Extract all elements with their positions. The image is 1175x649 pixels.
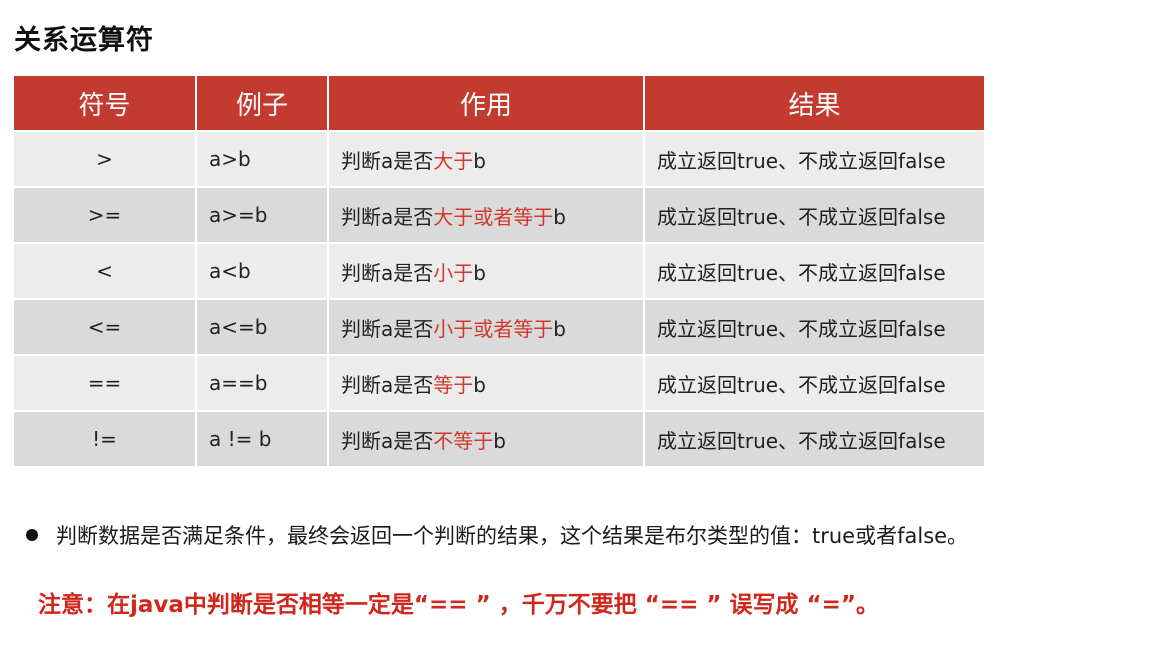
cell-example: a != b <box>196 410 329 466</box>
cell-symbol: < <box>14 242 197 299</box>
action-highlight: 不等于 <box>433 428 494 453</box>
bullet-dot-icon <box>26 529 38 541</box>
cell-action: 判断a是否小于b <box>328 242 645 299</box>
action-prefix: 判断a是否 <box>341 428 434 453</box>
action-prefix: 判断a是否 <box>341 372 434 397</box>
cell-result: 成立返回true、不成立返回false <box>644 298 984 355</box>
note-warning: 注意：在java中判断是否相等一定是“== ” ，千万不要把 “== ” 误写成… <box>38 592 880 618</box>
cell-example: a<b <box>196 242 329 299</box>
action-suffix: b <box>493 428 506 453</box>
cell-symbol: >= <box>14 186 197 243</box>
cell-action: 判断a是否大于或者等于b <box>328 186 645 243</box>
header-action: 作用 <box>328 76 645 131</box>
table-row: <= a<=b 判断a是否小于或者等于b 成立返回true、不成立返回false <box>14 298 984 355</box>
cell-action: 判断a是否等于b <box>328 354 645 411</box>
cell-result: 成立返回true、不成立返回false <box>644 242 984 299</box>
action-suffix: b <box>473 260 486 285</box>
cell-symbol: == <box>14 354 197 411</box>
cell-symbol: <= <box>14 298 197 355</box>
header-example: 例子 <box>196 76 329 131</box>
action-prefix: 判断a是否 <box>341 316 434 341</box>
cell-action: 判断a是否不等于b <box>328 410 645 466</box>
table-row: == a==b 判断a是否等于b 成立返回true、不成立返回false <box>14 354 984 411</box>
cell-symbol: > <box>14 130 197 187</box>
action-highlight: 大于 <box>433 148 474 173</box>
action-suffix: b <box>473 148 486 173</box>
header-symbol: 符号 <box>14 76 197 131</box>
bullet-paragraph: 判断数据是否满足条件，最终会返回一个判断的结果，这个结果是布尔类型的值：true… <box>26 520 968 550</box>
action-suffix: b <box>473 372 486 397</box>
cell-action: 判断a是否小于或者等于b <box>328 298 645 355</box>
bullet-text: 判断数据是否满足条件，最终会返回一个判断的结果，这个结果是布尔类型的值：true… <box>56 524 969 548</box>
table-row: >= a>=b 判断a是否大于或者等于b 成立返回true、不成立返回false <box>14 186 984 243</box>
cell-example: a==b <box>196 354 329 411</box>
action-prefix: 判断a是否 <box>341 260 434 285</box>
page-title: 关系运算符 <box>14 25 154 56</box>
table-row: > a>b 判断a是否大于b 成立返回true、不成立返回false <box>14 130 984 187</box>
operators-table: 符号 例子 作用 结果 > a>b 判断a是否大于b 成立返回true、不成立返… <box>14 76 984 466</box>
table-header-row: 符号 例子 作用 结果 <box>14 76 984 131</box>
action-highlight: 小于或者等于 <box>433 316 554 341</box>
action-highlight: 等于 <box>433 372 474 397</box>
header-result: 结果 <box>644 76 984 131</box>
cell-result: 成立返回true、不成立返回false <box>644 130 984 187</box>
action-suffix: b <box>553 204 566 229</box>
cell-example: a<=b <box>196 298 329 355</box>
cell-example: a>b <box>196 130 329 187</box>
action-suffix: b <box>553 316 566 341</box>
table-row: != a != b 判断a是否不等于b 成立返回true、不成立返回false <box>14 410 984 466</box>
action-highlight: 大于或者等于 <box>433 204 554 229</box>
action-highlight: 小于 <box>433 260 474 285</box>
table-row: < a<b 判断a是否小于b 成立返回true、不成立返回false <box>14 242 984 299</box>
cell-symbol: != <box>14 410 197 466</box>
cell-action: 判断a是否大于b <box>328 130 645 187</box>
cell-result: 成立返回true、不成立返回false <box>644 354 984 411</box>
cell-result: 成立返回true、不成立返回false <box>644 186 984 243</box>
action-prefix: 判断a是否 <box>341 148 434 173</box>
action-prefix: 判断a是否 <box>341 204 434 229</box>
cell-example: a>=b <box>196 186 329 243</box>
cell-result: 成立返回true、不成立返回false <box>644 410 984 466</box>
